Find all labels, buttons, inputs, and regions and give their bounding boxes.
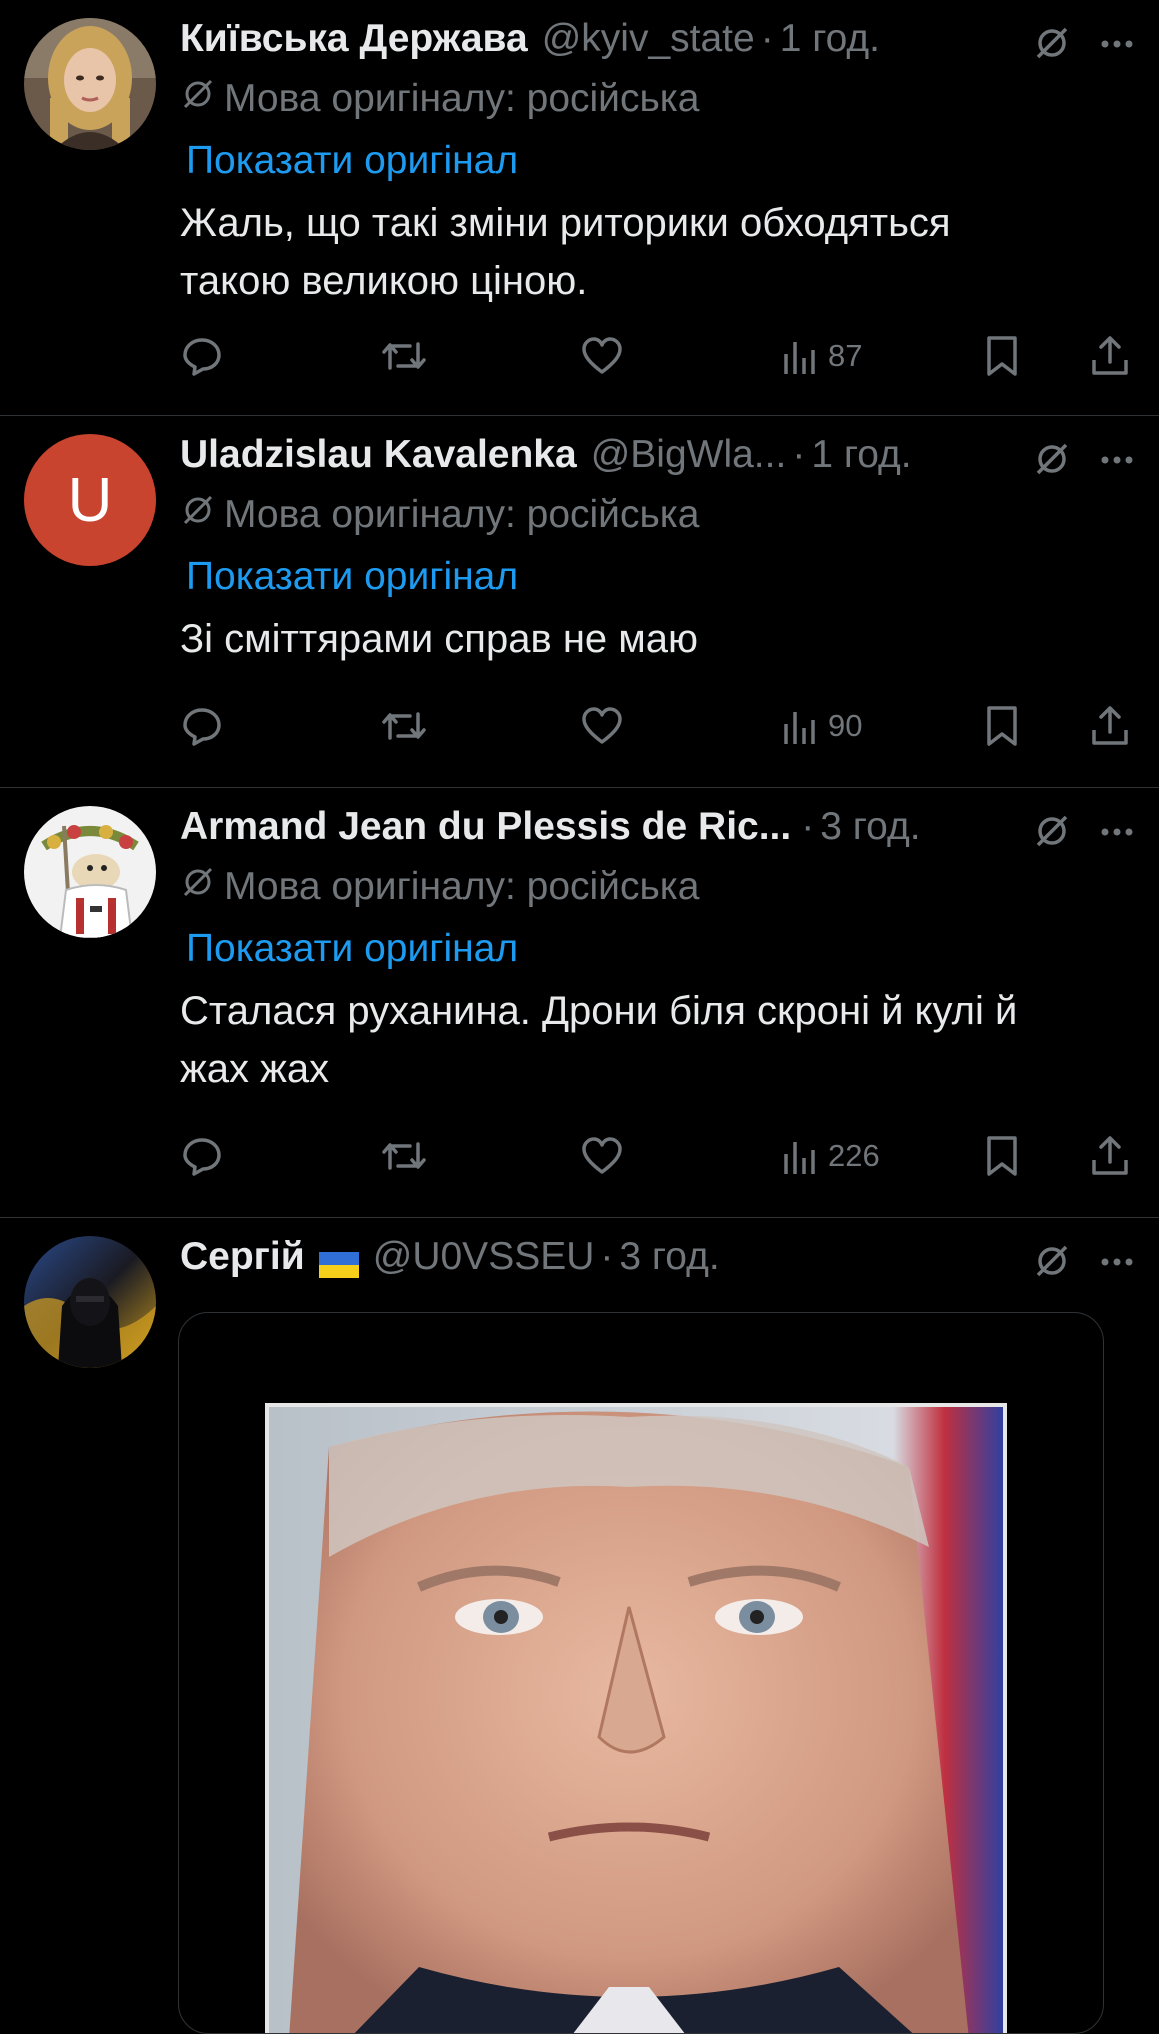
show-original-link[interactable]: Показати оригінал xyxy=(186,130,1139,192)
author-name[interactable]: Uladzislau Kavalenka xyxy=(180,433,577,477)
original-language-note: Мова оригіналу: російська xyxy=(180,68,1139,130)
reply-button[interactable] xyxy=(180,1128,224,1184)
original-language-text: Мова оригіналу: російська xyxy=(224,865,700,908)
more-icon[interactable] xyxy=(1099,37,1135,55)
reply-icon xyxy=(183,338,221,376)
action-bar: 87 xyxy=(180,328,1140,384)
retweet-button[interactable] xyxy=(380,328,428,384)
views-count: 90 xyxy=(828,708,863,743)
share-icon xyxy=(1092,336,1128,375)
grok-icon[interactable] xyxy=(1033,440,1071,483)
avatar-letter: U xyxy=(67,465,113,535)
bookmark-button[interactable] xyxy=(982,328,1022,384)
author-handle[interactable]: @BigWla... xyxy=(591,433,787,477)
more-icon[interactable] xyxy=(1099,453,1135,471)
views-icon xyxy=(784,1142,815,1174)
retweet-icon xyxy=(382,342,426,370)
reply-button[interactable] xyxy=(180,328,224,384)
tweet[interactable]: Київська Держава @kyiv_state · 1 год. Мо… xyxy=(0,0,1159,416)
like-button[interactable] xyxy=(580,1128,624,1184)
grok-icon[interactable] xyxy=(1033,812,1071,855)
views-count: 226 xyxy=(828,1138,880,1173)
like-button[interactable] xyxy=(580,698,624,754)
grok-icon[interactable] xyxy=(1033,24,1071,67)
author-name[interactable]: Сергій xyxy=(180,1235,305,1279)
retweet-icon xyxy=(382,1142,426,1170)
bookmark-icon xyxy=(987,706,1017,746)
bookmark-button[interactable] xyxy=(982,1128,1022,1184)
translate-slash-icon xyxy=(180,864,216,910)
show-original-link[interactable]: Показати оригінал xyxy=(186,546,1139,608)
post-time[interactable]: 1 год. xyxy=(811,433,911,477)
tweet[interactable]: Сергій @U0VSSEU · 3 год. xyxy=(0,1218,1159,2034)
share-icon xyxy=(1092,1136,1128,1175)
action-bar: 90 xyxy=(180,698,1140,754)
post-time[interactable]: 3 год. xyxy=(820,805,920,849)
original-language-note: Мова оригіналу: російська xyxy=(180,856,1139,918)
tweet-photo[interactable] xyxy=(265,1403,1007,2033)
views-button[interactable]: 90 xyxy=(782,698,862,754)
share-button[interactable] xyxy=(1088,1128,1132,1184)
original-language-note: Мова оригіналу: російська xyxy=(180,484,1139,546)
views-button[interactable]: 226 xyxy=(782,1128,880,1184)
more-icon[interactable] xyxy=(1099,825,1135,843)
grok-icon[interactable] xyxy=(1033,1242,1071,1285)
more-icon[interactable] xyxy=(1099,1255,1135,1273)
reply-icon xyxy=(183,708,221,746)
post-time[interactable]: 1 год. xyxy=(780,17,880,61)
views-count: 87 xyxy=(828,338,863,373)
heart-icon xyxy=(582,337,622,374)
original-language-text: Мова оригіналу: російська xyxy=(224,77,700,120)
translate-slash-icon xyxy=(180,492,216,538)
share-icon xyxy=(1092,706,1128,745)
avatar[interactable] xyxy=(24,806,156,938)
retweet-button[interactable] xyxy=(380,1128,428,1184)
avatar[interactable] xyxy=(24,18,156,150)
retweet-icon xyxy=(382,712,426,740)
action-bar: 226 xyxy=(180,1128,1140,1184)
bookmark-icon xyxy=(987,336,1017,376)
share-button[interactable] xyxy=(1088,328,1132,384)
media-card[interactable] xyxy=(178,1312,1104,2034)
show-original-link[interactable]: Показати оригінал xyxy=(186,918,1139,980)
avatar[interactable] xyxy=(24,1236,156,1368)
heart-icon xyxy=(582,1137,622,1174)
separator-dot: · xyxy=(760,17,774,60)
avatar[interactable]: U xyxy=(24,434,156,566)
separator-dot: · xyxy=(801,805,815,848)
reply-button[interactable] xyxy=(180,698,224,754)
tweet-text: Сталася руханина. Дрони біля скроні й ку… xyxy=(180,989,1018,1091)
original-language-text: Мова оригіналу: російська xyxy=(224,493,700,536)
translate-slash-icon xyxy=(180,76,216,122)
heart-icon xyxy=(582,707,622,744)
author-handle[interactable]: @U0VSSEU xyxy=(373,1235,595,1279)
post-time[interactable]: 3 год. xyxy=(619,1235,719,1279)
tweet-text: Зі сміттярами справ не маю xyxy=(180,617,699,661)
tweet-text: Жаль, що такі зміни риторики обходяться … xyxy=(180,201,951,303)
separator-dot: · xyxy=(600,1235,614,1278)
author-name[interactable]: Armand Jean du Plessis de Ric... xyxy=(180,805,791,849)
ukraine-flag-icon xyxy=(318,1244,359,1278)
views-button[interactable]: 87 xyxy=(782,328,862,384)
bookmark-icon xyxy=(987,1136,1017,1176)
reply-icon xyxy=(183,1138,221,1176)
views-icon xyxy=(784,712,815,744)
share-button[interactable] xyxy=(1088,698,1132,754)
tweet[interactable]: U Uladzislau Kavalenka @BigWla... · 1 го… xyxy=(0,416,1159,788)
bookmark-button[interactable] xyxy=(982,698,1022,754)
author-name[interactable]: Київська Держава xyxy=(180,17,528,61)
views-icon xyxy=(784,342,815,374)
tweet[interactable]: Armand Jean du Plessis de Ric... · 3 год… xyxy=(0,788,1159,1218)
author-handle[interactable]: @kyiv_state xyxy=(542,17,755,61)
like-button[interactable] xyxy=(580,328,624,384)
retweet-button[interactable] xyxy=(380,698,428,754)
separator-dot: · xyxy=(792,433,806,476)
